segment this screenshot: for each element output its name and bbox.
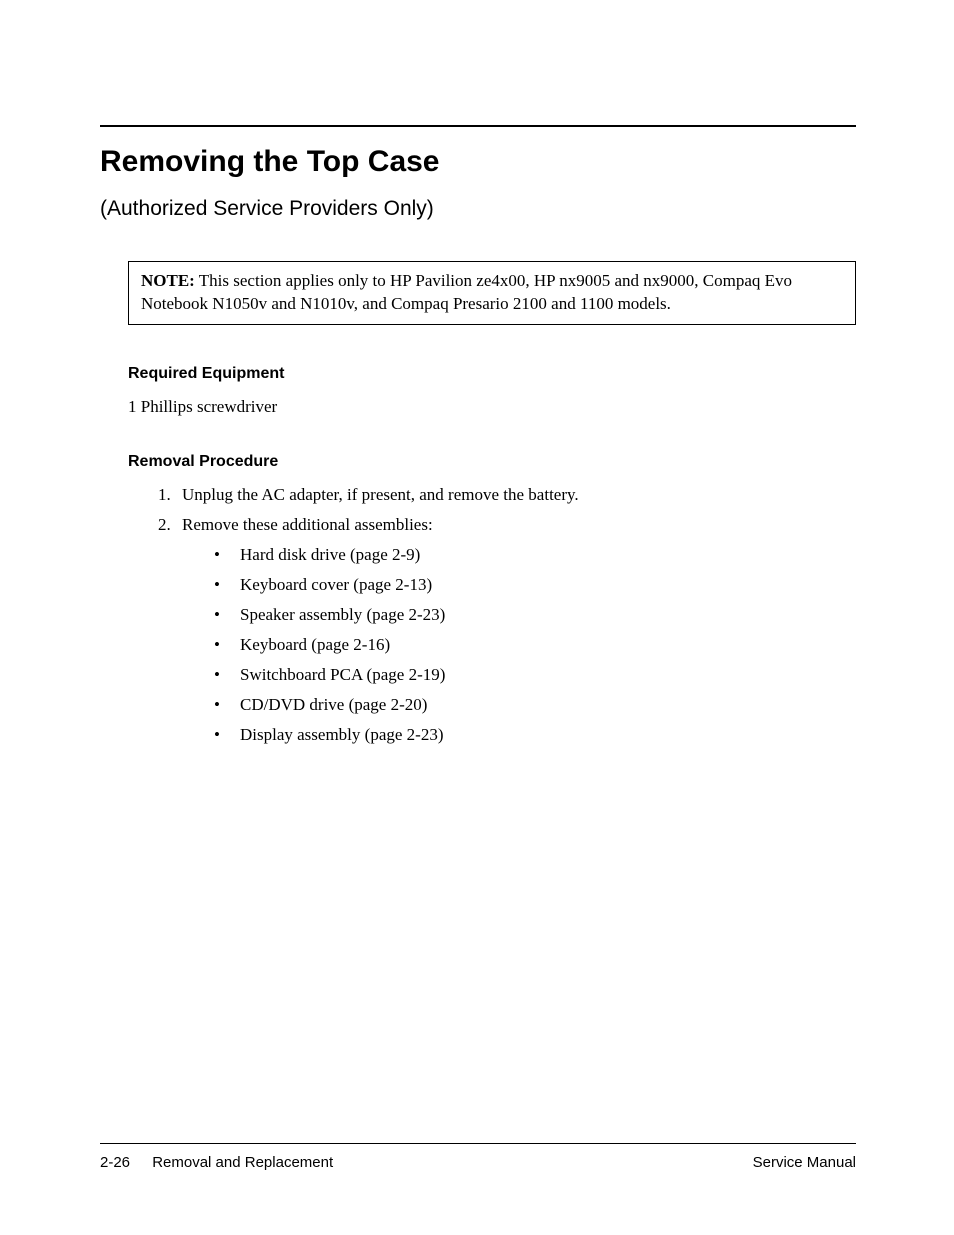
assembly-text: Keyboard cover (page 2-13) [240, 575, 432, 594]
assembly-text: Display assembly (page 2-23) [240, 725, 443, 744]
step-text: Unplug the AC adapter, if present, and r… [182, 485, 579, 504]
list-item: CD/DVD drive (page 2-20) [212, 695, 856, 715]
page-footer: 2-26 Removal and Replacement Service Man… [100, 1143, 856, 1171]
page-content: Removing the Top Case (Authorized Servic… [100, 125, 856, 755]
list-item: Switchboard PCA (page 2-19) [212, 665, 856, 685]
assembly-text: CD/DVD drive (page 2-20) [240, 695, 427, 714]
list-item: Speaker assembly (page 2-23) [212, 605, 856, 625]
step-text: Remove these additional assemblies: [182, 515, 433, 534]
equipment-item: 1 Phillips screwdriver [128, 397, 856, 417]
list-item: Hard disk drive (page 2-9) [212, 545, 856, 565]
page-number: 2-26 [100, 1154, 130, 1171]
assemblies-list: Hard disk drive (page 2-9) Keyboard cove… [212, 545, 856, 745]
list-item: Keyboard (page 2-16) [212, 635, 856, 655]
heading-removal-procedure: Removal Procedure [128, 453, 856, 471]
footer-section: Removal and Replacement [152, 1154, 333, 1171]
step-number: 2. [158, 515, 171, 535]
footer-left: 2-26 Removal and Replacement [100, 1154, 333, 1171]
note-text: This section applies only to HP Pavilion… [141, 271, 792, 313]
note-label: NOTE: [141, 271, 195, 290]
note-box: NOTE: This section applies only to HP Pa… [128, 261, 856, 325]
footer-rule [100, 1143, 856, 1144]
assembly-text: Keyboard (page 2-16) [240, 635, 390, 654]
step-1: 1. Unplug the AC adapter, if present, an… [158, 485, 856, 505]
step-number: 1. [158, 485, 171, 505]
assembly-text: Speaker assembly (page 2-23) [240, 605, 445, 624]
top-rule [100, 125, 856, 127]
list-item: Keyboard cover (page 2-13) [212, 575, 856, 595]
page-subtitle: (Authorized Service Providers Only) [100, 197, 856, 221]
assembly-text: Hard disk drive (page 2-9) [240, 545, 420, 564]
list-item: Display assembly (page 2-23) [212, 725, 856, 745]
heading-required-equipment: Required Equipment [128, 365, 856, 383]
assembly-text: Switchboard PCA (page 2-19) [240, 665, 445, 684]
page-title: Removing the Top Case [100, 145, 856, 179]
footer-right: Service Manual [753, 1154, 856, 1171]
step-2: 2. Remove these additional assemblies: H… [158, 515, 856, 745]
procedure-steps: 1. Unplug the AC adapter, if present, an… [158, 485, 856, 745]
